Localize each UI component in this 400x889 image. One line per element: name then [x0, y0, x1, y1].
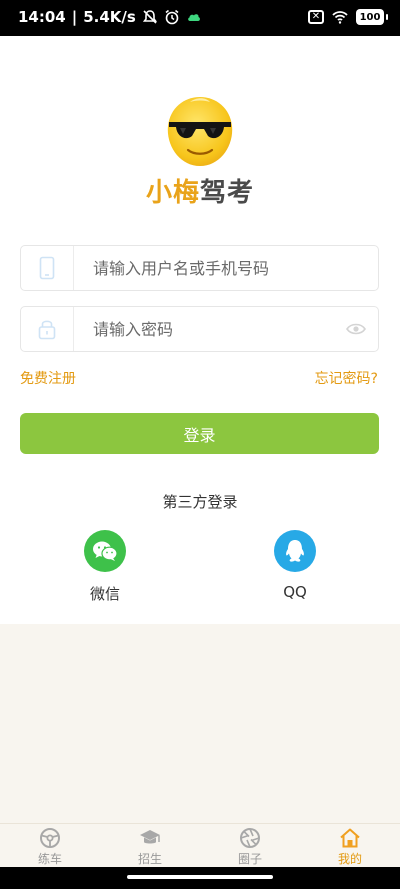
password-input[interactable] [93, 307, 343, 351]
home-indicator[interactable] [127, 875, 273, 879]
graduation-cap-icon [140, 830, 160, 844]
qq-login-button[interactable]: QQ [255, 530, 335, 601]
qq-label: QQ [283, 583, 307, 601]
status-net-speed: 5.4K/s [83, 8, 136, 26]
tab-label-practice: 练车 [37, 852, 62, 866]
forgot-password-link[interactable]: 忘记密码? [315, 368, 378, 388]
lock-icon [21, 307, 73, 351]
sim-x-icon: ✕ [308, 10, 324, 24]
cloud-icon [188, 14, 200, 21]
battery-indicator: 100 [356, 9, 388, 25]
logo-wordmark: 小梅驾考 [144, 172, 256, 209]
third-party-title: 第三方登录 [162, 493, 238, 511]
bell-muted-icon [142, 10, 157, 24]
wechat-login-button[interactable]: 微信 [65, 530, 145, 604]
username-input[interactable] [93, 246, 343, 290]
status-bar: 14:04 | 5.4K/s ✕ 100 [0, 0, 400, 36]
password-field[interactable] [20, 306, 379, 352]
tab-label-circle: 圈子 [237, 852, 262, 866]
mascot-sunglasses-icon [167, 97, 233, 166]
app-logo: 小梅驾考 [144, 94, 256, 210]
phone-icon [21, 246, 73, 290]
status-divider: | [71, 8, 78, 26]
bottom-tab-bar: 练车 招生 圈子 我的 [0, 823, 400, 868]
field-divider [73, 307, 74, 351]
tab-enroll[interactable]: 招生 [100, 824, 200, 868]
qq-icon [274, 530, 316, 572]
home-icon [340, 828, 360, 848]
content-background [0, 624, 400, 823]
status-time: 14:04 [18, 8, 66, 26]
tab-practice[interactable]: 练车 [0, 824, 100, 868]
tab-label-mine: 我的 [337, 852, 362, 866]
username-field[interactable] [20, 245, 379, 291]
wechat-label: 微信 [89, 585, 120, 603]
system-nav-bar [0, 867, 400, 889]
steering-wheel-icon [40, 828, 60, 848]
tab-circle[interactable]: 圈子 [200, 824, 300, 868]
wechat-icon [84, 530, 126, 572]
register-link[interactable]: 免费注册 [20, 368, 76, 388]
login-button[interactable]: 登录 [20, 413, 379, 454]
alarm-icon [165, 9, 179, 25]
tab-mine[interactable]: 我的 [300, 824, 400, 868]
logo-text-part1: 小梅 [145, 178, 200, 208]
field-divider [73, 246, 74, 290]
logo-text-part2: 驾考 [200, 178, 255, 208]
wifi-icon [332, 11, 348, 24]
eye-icon[interactable] [346, 320, 366, 338]
tab-label-enroll: 招生 [137, 852, 162, 866]
camera-shutter-icon [240, 828, 260, 848]
